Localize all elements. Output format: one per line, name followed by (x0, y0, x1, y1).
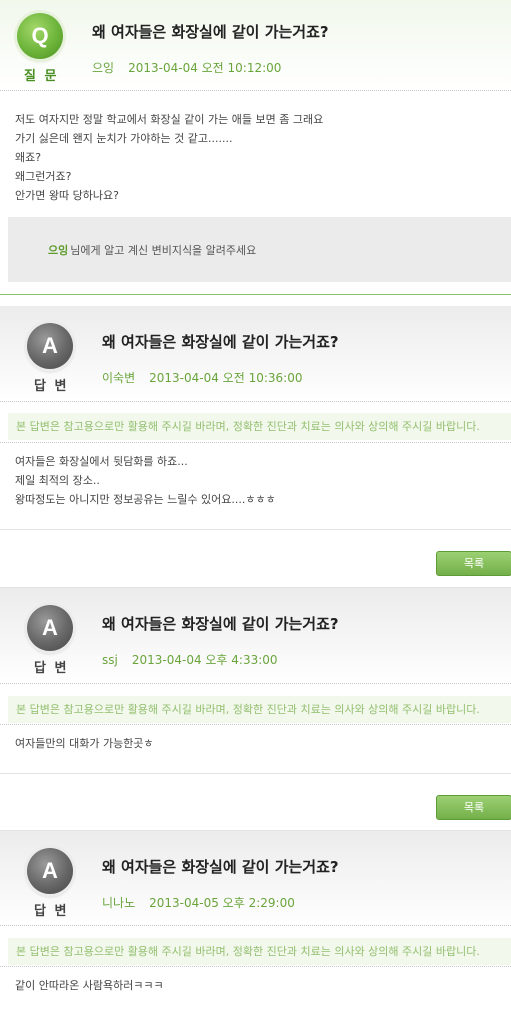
answer-header (0, 306, 511, 402)
list-button[interactable]: 목록 (436, 795, 511, 820)
question-author[interactable]: 으잉 (92, 61, 114, 75)
body-line: 왕따정도는 아니지만 정보공유는 느릴수 있어요....ㅎㅎㅎ (15, 493, 276, 506)
question-badge-caption: 질 문 (24, 69, 59, 84)
answer-meta: 니나노 2013-04-05 오후 2:29:00 (102, 894, 295, 911)
body-line: 제일 최적의 장소.. (15, 474, 100, 487)
answer-badge-caption: 답 변 (34, 661, 69, 676)
answer-datetime: 2013-04-04 오후 4:33:00 (131, 653, 278, 667)
answer-badge-caption: 답 변 (34, 904, 69, 919)
question-body: 저도 여자지만 정말 학교에서 화장실 같이 가는 애들 보면 좀 그래요 가기… (15, 110, 323, 205)
answer-badge-icon: A (27, 848, 73, 894)
question-title: 왜 여자들은 화장실에 같이 가는거죠? (92, 23, 329, 41)
body-line: 같이 안따라온 사람욕하러ㅋㅋㅋ (15, 979, 164, 992)
divider (0, 683, 511, 684)
body-line: 가기 싫은데 왠지 눈치가 가야하는 것 같고....... (15, 132, 233, 145)
divider (0, 773, 511, 774)
knowledge-request-text: 으잉 님에게 알고 계신 변비지식을 알려주세요 (48, 242, 256, 258)
answer-author[interactable]: 이숙변 (102, 371, 135, 385)
disclaimer-banner: 본 답변은 참고용으로만 활용해 주시길 바라며, 정확한 진단과 치료는 의사… (8, 938, 511, 965)
divider (0, 925, 511, 926)
body-line: 왜그런거죠? (15, 170, 72, 183)
disclaimer-banner: 본 답변은 참고용으로만 활용해 주시길 바라며, 정확한 진단과 치료는 의사… (8, 696, 511, 723)
question-badge-icon: Q (17, 13, 63, 59)
answer-meta: ssj 2013-04-04 오후 4:33:00 (102, 651, 278, 668)
answer-author[interactable]: ssj (102, 653, 118, 667)
knowledge-request-message: 님에게 알고 계신 변비지식을 알려주세요 (70, 244, 257, 257)
list-button[interactable]: 목록 (436, 551, 511, 576)
answer-title: 왜 여자들은 화장실에 같이 가는거죠? (102, 858, 339, 876)
section-divider (0, 294, 511, 295)
divider (0, 724, 511, 725)
answer-title: 왜 여자들은 화장실에 같이 가는거죠? (102, 333, 339, 351)
question-datetime: 2013-04-04 오전 10:12:00 (128, 61, 282, 75)
answer-meta: 이숙변 2013-04-04 오전 10:36:00 (102, 369, 302, 386)
answer-header (0, 831, 511, 927)
answer-author[interactable]: 니나노 (102, 896, 135, 910)
body-line: 안가면 왕따 당하나요? (15, 189, 119, 202)
answer-header (0, 588, 511, 684)
answer-datetime: 2013-04-04 오전 10:36:00 (149, 371, 303, 385)
body-line: 왜죠? (15, 151, 42, 164)
question-header (0, 0, 511, 90)
disclaimer-banner: 본 답변은 참고용으로만 활용해 주시길 바라며, 정확한 진단과 치료는 의사… (8, 413, 511, 440)
divider (0, 529, 511, 530)
divider (0, 966, 511, 967)
knowledge-request-box: 으잉 님에게 알고 계신 변비지식을 알려주세요 (8, 217, 511, 282)
answer-datetime: 2013-04-05 오후 2:29:00 (149, 896, 295, 910)
answer-body: 같이 안따라온 사람욕하러ㅋㅋㅋ (15, 976, 164, 995)
question-meta: 으잉 2013-04-04 오전 10:12:00 (92, 59, 281, 76)
answer-badge-icon: A (27, 605, 73, 651)
divider (0, 442, 511, 443)
knowledge-request-author[interactable]: 으잉 (48, 244, 68, 257)
answer-badge-caption: 답 변 (34, 379, 69, 394)
answer-title: 왜 여자들은 화장실에 같이 가는거죠? (102, 615, 339, 633)
body-line: 저도 여자지만 정말 학교에서 화장실 같이 가는 애들 보면 좀 그래요 (15, 113, 324, 126)
divider (0, 90, 511, 91)
body-line: 여자들은 화장실에서 뒷담화를 하죠... (15, 455, 188, 468)
body-line: 여자들만의 대화가 가능한곳ㅎ (15, 737, 154, 750)
divider (0, 401, 511, 402)
answer-badge-icon: A (27, 323, 73, 369)
answer-body: 여자들만의 대화가 가능한곳ㅎ (15, 734, 154, 753)
answer-body: 여자들은 화장실에서 뒷담화를 하죠... 제일 최적의 장소.. 왕따정도는 … (15, 452, 276, 509)
